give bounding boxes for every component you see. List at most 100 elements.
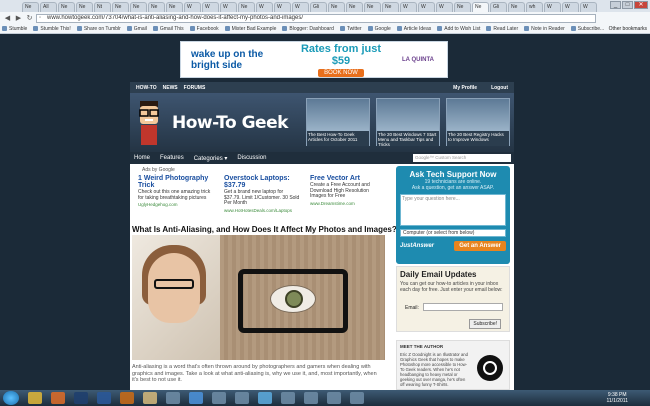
browser-tab[interactable]: W (562, 2, 579, 12)
browser-tab[interactable]: Ne (130, 2, 147, 12)
app-icon[interactable] (281, 392, 295, 404)
my-profile-link[interactable]: My Profile (453, 85, 477, 91)
taskbar-clock[interactable]: 9:38 PM 11/1/2011 (606, 392, 628, 404)
app-icon[interactable] (235, 392, 249, 404)
geek-mascot-icon[interactable] (136, 99, 162, 147)
start-button[interactable] (3, 391, 19, 405)
get-answer-button[interactable]: Get an Answer (454, 241, 506, 251)
nav-news[interactable]: NEWS (163, 85, 178, 91)
browser-tab[interactable]: Ne (364, 2, 381, 12)
dropbox-icon[interactable] (189, 392, 203, 404)
back-icon[interactable]: ◀ (3, 14, 12, 23)
site-logo-text[interactable]: How-To Geek (172, 113, 288, 133)
itunes-icon[interactable] (258, 392, 272, 404)
ad-item[interactable]: Overstock Laptops: $37.79 Get a brand ne… (224, 175, 300, 213)
app-icon[interactable] (212, 392, 226, 404)
nav-howto[interactable]: HOW-TO (136, 85, 157, 91)
browser-tab[interactable]: Ne (346, 2, 363, 12)
reload-icon[interactable]: ↻ (25, 14, 34, 23)
other-bookmarks[interactable]: Other bookmarks (609, 26, 647, 32)
bookmark-item[interactable]: Twitter (339, 26, 362, 32)
browser-tab[interactable]: Nt (94, 2, 111, 12)
photoshop-icon[interactable] (74, 392, 88, 404)
nav-forums[interactable]: FORUMS (184, 85, 206, 91)
featured-article-2[interactable]: The 20 Best Windows 7 Start Menu and Tas… (376, 98, 440, 146)
menu-features[interactable]: Features (160, 155, 184, 161)
app-icon[interactable] (327, 392, 341, 404)
browser-tab[interactable]: Ne (328, 2, 345, 12)
browser-tab[interactable]: Ne (382, 2, 399, 12)
browser-tab[interactable]: W (202, 2, 219, 12)
browser-tab[interactable]: Ne (508, 2, 525, 12)
photoshop-icon[interactable] (97, 392, 111, 404)
browser-tab[interactable]: W (292, 2, 309, 12)
top-ad-banner[interactable]: wake up on the bright side Rates from ju… (180, 41, 448, 78)
browser-tab[interactable]: Ne (22, 2, 39, 12)
browser-tab[interactable]: Ne (112, 2, 129, 12)
minimize-button[interactable]: _ (610, 1, 621, 9)
browser-tab[interactable]: Ne (76, 2, 93, 12)
bookmark-item[interactable]: Add to Wish List (437, 26, 480, 32)
bookmark-item[interactable]: Subscribe... (570, 26, 604, 32)
bookmark-item[interactable]: Share on Tumblr (76, 26, 121, 32)
browser-tab[interactable]: Ne (148, 2, 165, 12)
bookmark-item[interactable]: Google (367, 26, 391, 32)
ad-book-button[interactable]: BOOK NOW (318, 68, 364, 77)
browser-tab[interactable]: wh (526, 2, 543, 12)
browser-tab[interactable]: W (274, 2, 291, 12)
browser-tab[interactable]: W (580, 2, 597, 12)
folder-icon[interactable] (143, 392, 157, 404)
media-icon[interactable] (166, 392, 180, 404)
app-icon[interactable] (304, 392, 318, 404)
forward-icon[interactable]: ▶ (14, 14, 23, 23)
bookmark-item[interactable]: Stumble This! (33, 26, 71, 32)
ad-item[interactable]: Free Vector Art Create a Free Account an… (310, 175, 386, 206)
menu-categories[interactable]: Categories ▾ (194, 155, 228, 162)
close-window-button[interactable]: ✕ (634, 1, 648, 9)
illustrator-icon[interactable] (120, 392, 134, 404)
browser-tab[interactable]: W (418, 2, 435, 12)
browser-tab[interactable]: Gli (490, 2, 507, 12)
address-bar[interactable]: ▫ www.howtogeek.com/73704/what-is-anti-a… (36, 13, 596, 23)
category-select[interactable]: Computer (or select from below) (400, 229, 506, 237)
browser-tab[interactable]: W (544, 2, 561, 12)
bookmark-item[interactable]: Article Ideas (396, 26, 431, 32)
browser-tab[interactable]: W (400, 2, 417, 12)
app-icon[interactable] (350, 392, 364, 404)
email-field[interactable] (423, 303, 503, 311)
bookmark-item[interactable]: Gmail This (152, 26, 184, 32)
browser-tab[interactable]: Ne (166, 2, 183, 12)
logout-link[interactable]: Logout (491, 85, 508, 91)
browser-tab[interactable]: Ne (58, 2, 75, 12)
bookmark-item[interactable]: Blogger: Dashboard (282, 26, 334, 32)
featured-article-1[interactable]: The Best How-To Geek Articles for Octobe… (306, 98, 370, 146)
browser-tab[interactable]: Ne (472, 2, 489, 12)
ad-item[interactable]: 1 Weird Photography Trick Check out this… (138, 175, 214, 207)
bookmark-item[interactable]: Read Later (486, 26, 518, 32)
article-title[interactable]: What Is Anti-Aliasing, and How Does It A… (132, 225, 397, 234)
browser-tab[interactable]: W (436, 2, 453, 12)
browser-tab[interactable]: Ne (238, 2, 255, 12)
browser-tab[interactable]: Ne (454, 2, 471, 12)
bookmark-item[interactable]: Facebook (189, 26, 219, 32)
menu-discussion[interactable]: Discussion (237, 155, 266, 161)
maximize-button[interactable]: □ (622, 1, 633, 9)
question-textarea[interactable]: Type your question here... (400, 194, 506, 226)
bookmark-item[interactable]: Gmail (126, 26, 147, 32)
firefox-icon[interactable] (51, 392, 65, 404)
site-search-input[interactable]: Google™ Custom Search (413, 154, 511, 162)
bookmark-item[interactable]: Mister Bad Example (224, 26, 276, 32)
bookmark-item[interactable]: Stumble (2, 26, 27, 32)
article-hero-image[interactable] (132, 235, 385, 360)
subscribe-button[interactable]: Subscribe! (469, 319, 501, 329)
browser-tab[interactable]: All (40, 2, 57, 12)
browser-tab[interactable]: W (256, 2, 273, 12)
browser-tab[interactable]: W (184, 2, 201, 12)
browser-tab[interactable]: Gli (310, 2, 327, 12)
bookmark-item[interactable]: Note in Reader (524, 26, 565, 32)
browser-tab[interactable]: W (220, 2, 237, 12)
ads-by-google[interactable]: Ads by Google (142, 167, 390, 173)
menu-home[interactable]: Home (134, 155, 150, 161)
chrome-icon[interactable] (28, 392, 42, 404)
featured-article-3[interactable]: The 20 Best Registry Hacks to Improve Wi… (446, 98, 510, 146)
